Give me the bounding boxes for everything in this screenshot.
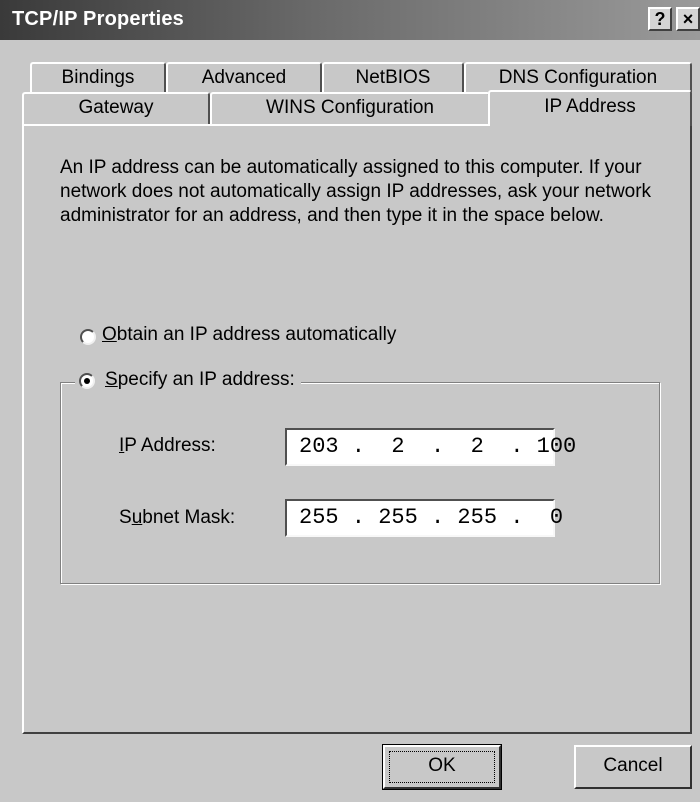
description-text: An IP address can be automatically assig…: [60, 157, 652, 226]
tab-wins-configuration[interactable]: WINS Configuration: [210, 92, 490, 124]
radio-selected-dot: [84, 378, 90, 384]
tab-label: WINS Configuration: [266, 97, 434, 118]
tab-label: Advanced: [201, 67, 287, 88]
tab-gateway[interactable]: Gateway: [22, 92, 210, 124]
obtain-ip-automatically-label[interactable]: Obtain an IP address automatically: [102, 324, 396, 346]
tab-dns-configuration[interactable]: DNS Configuration: [464, 62, 692, 92]
tab-label: Gateway: [78, 97, 154, 118]
obtain-ip-automatically-radio[interactable]: [80, 329, 96, 345]
close-icon: ×: [682, 9, 694, 29]
subnet-mask-field[interactable]: 255 . 255 . 255 . 0: [285, 499, 563, 537]
tab-label: Bindings: [61, 67, 135, 88]
tab-ip-address[interactable]: IP Address: [488, 90, 692, 126]
ok-button[interactable]: OK: [383, 745, 501, 789]
help-button[interactable]: ?: [648, 7, 672, 31]
specify-ip-label[interactable]: Specify an IP address:: [105, 369, 295, 391]
ok-label: OK: [428, 755, 456, 776]
tab-netbios[interactable]: NetBIOS: [322, 62, 464, 92]
tab-panel-ip-address: An IP address can be automatically assig…: [22, 124, 692, 734]
help-icon: ?: [654, 9, 666, 29]
tab-bindings[interactable]: Bindings: [30, 62, 166, 92]
specify-ip-legend: Specify an IP address:: [75, 368, 301, 396]
window-title: TCP/IP Properties: [12, 8, 184, 30]
specify-ip-radio[interactable]: [79, 373, 95, 389]
title-bar: TCP/IP Properties ? ×: [0, 0, 700, 40]
cancel-label: Cancel: [603, 755, 663, 776]
cancel-button[interactable]: Cancel: [574, 745, 692, 789]
close-button[interactable]: ×: [676, 7, 700, 31]
ip-address-label: IP Address:: [119, 435, 216, 456]
tab-label: DNS Configuration: [498, 67, 658, 88]
ip-address-field[interactable]: 203 . 2 . 2 . 100: [285, 428, 576, 466]
tab-label: NetBIOS: [355, 67, 431, 88]
tab-advanced[interactable]: Advanced: [166, 62, 322, 92]
subnet-mask-label: Subnet Mask:: [119, 507, 236, 528]
specify-ip-groupbox: Specify an IP address: IP Address: 203 .…: [60, 368, 660, 584]
tab-label: IP Address: [544, 96, 636, 117]
